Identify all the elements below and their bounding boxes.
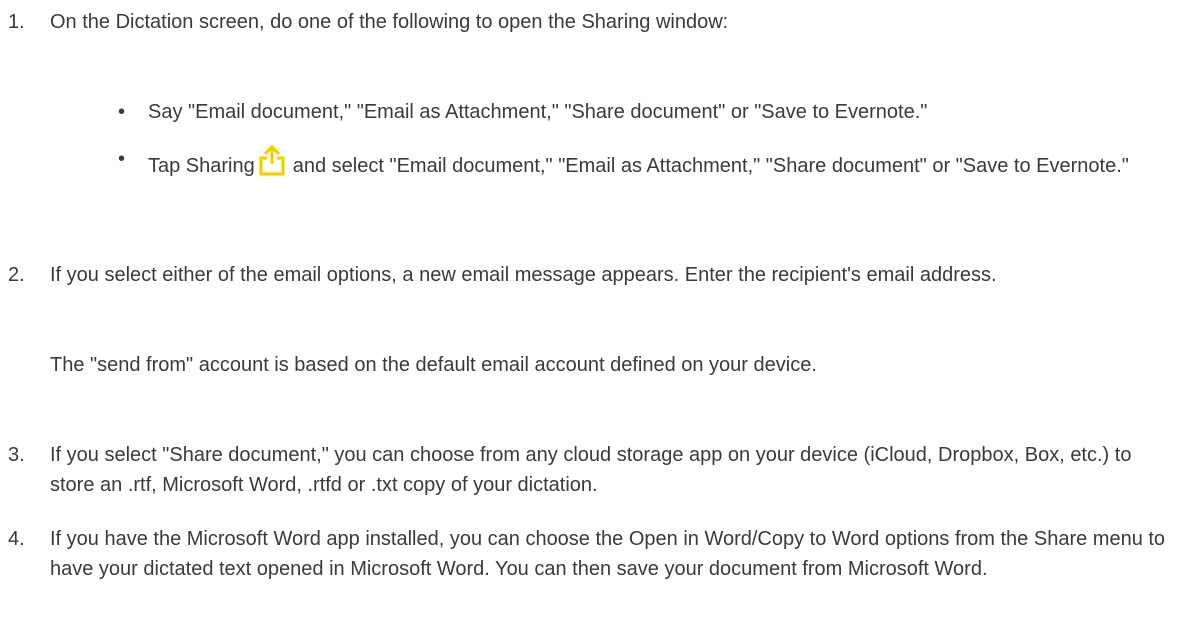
step-text: If you have the Microsoft Word app insta… bbox=[50, 528, 1166, 580]
bullet-glyph: • bbox=[118, 148, 126, 170]
step-number: 3. bbox=[8, 444, 25, 466]
bullet-text-before-icon: Tap Sharing bbox=[148, 155, 255, 177]
step-2: 2. If you select either of the email opt… bbox=[0, 260, 1180, 290]
step-text: If you select either of the email option… bbox=[50, 264, 997, 286]
step-1-bullet-2: • Tap Sharing and select "Email document… bbox=[118, 144, 1178, 185]
step-number: 4. bbox=[8, 528, 25, 550]
bullet-text-after-icon: and select "Email document," "Email as A… bbox=[292, 155, 1129, 177]
step-4: 4. If you have the Microsoft Word app in… bbox=[0, 524, 1180, 584]
step-3: 3. If you select "Share document," you c… bbox=[0, 440, 1180, 500]
sharing-icon[interactable] bbox=[257, 144, 287, 185]
bullet-glyph: • bbox=[118, 101, 126, 123]
step-2-note: The "send from" account is based on the … bbox=[50, 354, 817, 376]
document-body: 1. On the Dictation screen, do one of th… bbox=[0, 0, 1196, 636]
bullet-text: Tap Sharing and select "Email document,"… bbox=[148, 144, 1178, 185]
step-number: 2. bbox=[8, 264, 25, 286]
step-1: 1. On the Dictation screen, do one of th… bbox=[0, 7, 1180, 37]
step-text: On the Dictation screen, do one of the f… bbox=[50, 11, 729, 33]
step-1-bullet-1: • Say "Email document," "Email as Attach… bbox=[118, 97, 1178, 127]
step-number: 1. bbox=[8, 11, 25, 33]
bullet-text: Say "Email document," "Email as Attachme… bbox=[148, 101, 928, 123]
step-text: If you select "Share document," you can … bbox=[50, 444, 1132, 496]
